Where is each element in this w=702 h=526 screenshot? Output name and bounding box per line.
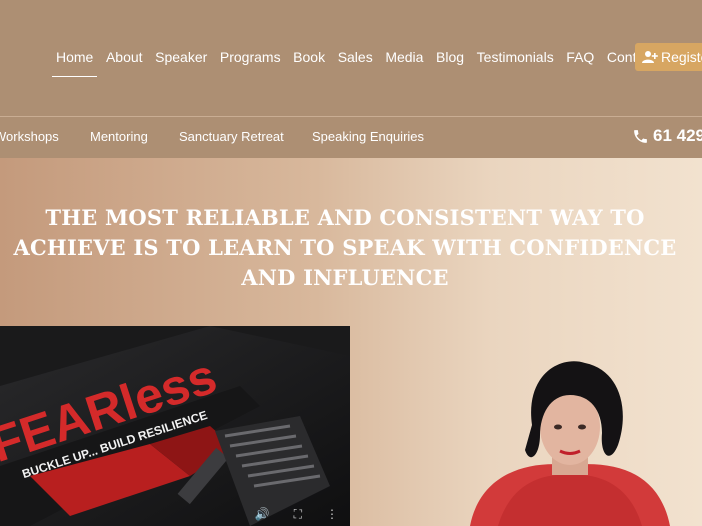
speaker-portrait (470, 361, 670, 526)
nav-faq[interactable]: FAQ (566, 49, 594, 65)
nav-testimonials[interactable]: Testimonials (477, 49, 554, 65)
top-navigation-bar: Home About Speaker Programs Book Sales M… (0, 0, 702, 116)
register-button[interactable]: Register (635, 43, 702, 71)
phone-link[interactable]: 61 429 (632, 126, 702, 146)
nav-media[interactable]: Media (385, 49, 423, 65)
main-nav: Home About Speaker Programs Book Sales M… (51, 47, 668, 77)
volume-icon[interactable]: 🔊 (255, 507, 270, 521)
subnav-sanctuary-retreat[interactable]: Sanctuary Retreat (179, 129, 284, 144)
more-options-icon[interactable]: ⋮ (326, 507, 338, 521)
secondary-nav: Workshops Mentoring Sanctuary Retreat Sp… (0, 117, 702, 158)
fullscreen-icon[interactable]: ⛶ (294, 507, 302, 522)
subnav-speaking-enquiries[interactable]: Speaking Enquiries (312, 129, 424, 144)
nav-speaker[interactable]: Speaker (155, 49, 207, 65)
video-controls: 🔊 ⛶ ⋮ (0, 502, 350, 526)
phone-icon (634, 129, 647, 143)
nav-programs[interactable]: Programs (220, 49, 281, 65)
nav-about[interactable]: About (106, 49, 143, 65)
nav-book[interactable]: Book (293, 49, 325, 65)
register-label: Register (661, 49, 702, 65)
phone-number: 61 429 (653, 126, 702, 145)
add-user-icon (642, 51, 658, 63)
book-cover-thumbnail: FEARless BUCKLE UP... BUILD RESILIENCE (0, 326, 350, 526)
nav-sales[interactable]: Sales (338, 49, 373, 65)
nav-blog[interactable]: Blog (436, 49, 464, 65)
video-player[interactable]: FEARless BUCKLE UP... BUILD RESILIENCE 🔊… (0, 326, 350, 526)
subnav-mentoring[interactable]: Mentoring (90, 129, 148, 144)
nav-home[interactable]: Home (51, 49, 98, 77)
hero-title: THE MOST RELIABLE AND CONSISTENT WAY TO … (13, 205, 677, 290)
subnav-workshops[interactable]: Workshops (0, 129, 59, 144)
